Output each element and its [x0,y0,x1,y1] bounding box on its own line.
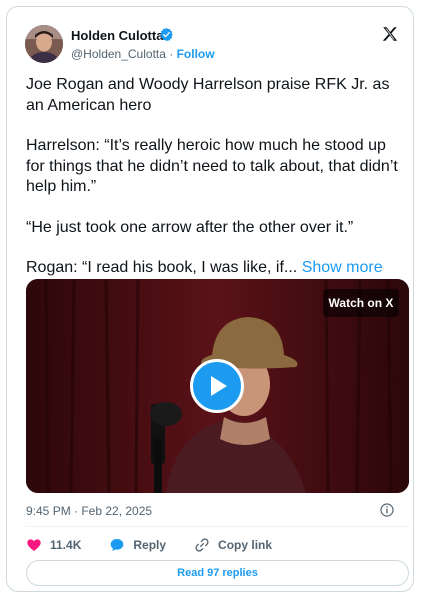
tweet-timestamp[interactable]: 9:45 PM · Feb 22, 2025 [26,504,152,518]
watch-on-x-button[interactable]: Watch on X [323,289,399,317]
tweet-paragraph: Joe Rogan and Woody Harrelson praise RFK… [26,76,390,114]
divider [26,526,409,527]
read-replies-button[interactable]: Read 97 replies [26,560,409,586]
verified-badge-icon [160,27,173,42]
reply-bubble-icon [111,539,124,551]
reply-label: Reply [133,538,167,552]
author-handle[interactable]: @Holden_Culotta [71,47,166,61]
author-name[interactable]: Holden Culotta [71,28,163,43]
tweet-paragraph-truncated: Rogan: “I read his book, I was like, if.… [26,258,406,279]
action-bar: 11.4K Reply Copy link [26,535,300,555]
truncated-text: Rogan: “I read his book, I was like, if.… [26,259,302,276]
like-count: 11.4K [50,538,82,552]
tweet-paragraph: “He just took one arrow after the other … [26,218,354,236]
tweet-paragraph: Harrelson: “It’s really heroic how much … [26,137,398,195]
link-icon [195,538,209,552]
handle-row: @Holden_Culotta · Follow [71,47,215,61]
tweet-text: Joe Rogan and Woody Harrelson praise RFK… [26,75,406,279]
play-icon [211,376,227,396]
x-logo-icon[interactable] [381,25,399,43]
copy-link-button[interactable]: Copy link [194,537,272,553]
show-more-link[interactable]: Show more [302,259,383,276]
like-button[interactable]: 11.4K [26,537,81,553]
follow-button[interactable]: Follow [177,47,215,61]
avatar-photo [25,25,63,63]
heart-icon [27,539,41,551]
video-player[interactable]: Watch on X [26,279,409,493]
avatar[interactable] [25,25,63,63]
info-icon[interactable] [379,502,395,518]
copy-link-label: Copy link [218,538,273,552]
handle-separator: · [169,47,174,61]
tweet-card: Holden Culotta @Holden_Culotta · Follow … [6,6,414,592]
play-button[interactable] [190,359,244,413]
reply-button[interactable]: Reply [109,537,166,553]
